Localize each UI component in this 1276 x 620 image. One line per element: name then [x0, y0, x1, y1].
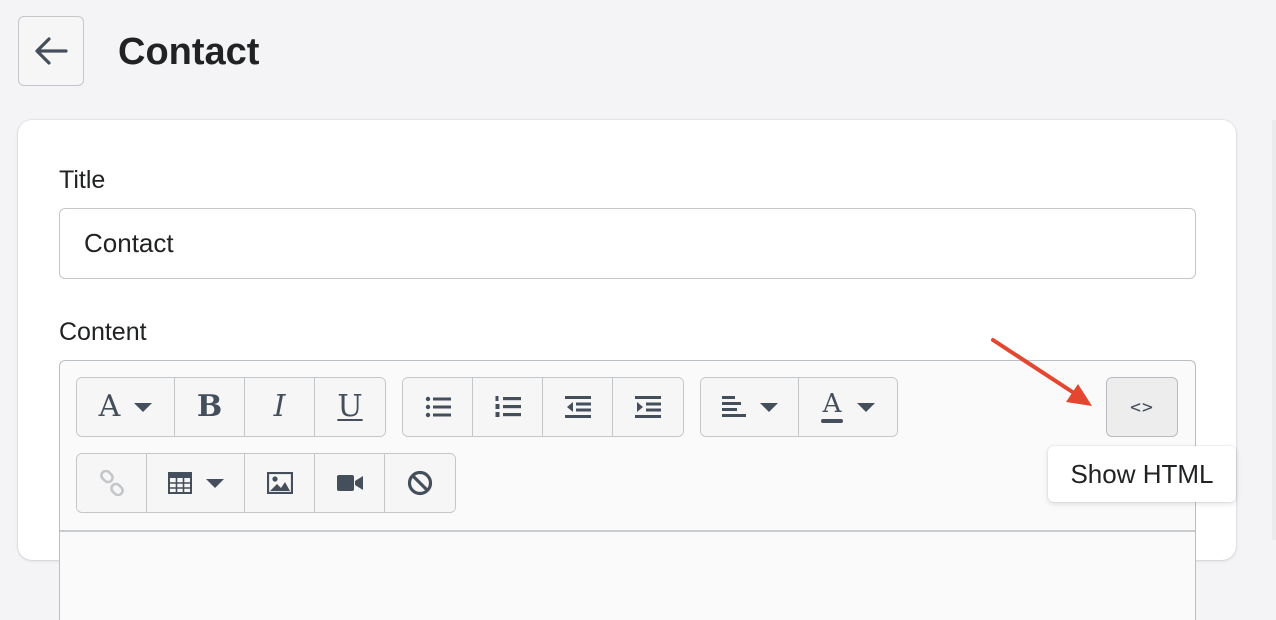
- title-input[interactable]: [59, 208, 1196, 279]
- table-button[interactable]: [147, 454, 245, 512]
- underline-icon: U: [337, 389, 363, 424]
- insert-button-group: [76, 453, 456, 513]
- indent-button[interactable]: [613, 378, 683, 436]
- paragraph-button-group: A: [700, 377, 898, 437]
- clear-format-icon: [407, 470, 433, 496]
- side-panel-edge: [1272, 120, 1276, 540]
- back-button[interactable]: [18, 16, 84, 86]
- page-title: Contact: [118, 31, 260, 73]
- caret-down-icon: [857, 402, 875, 412]
- outdent-icon: [564, 396, 591, 418]
- video-icon: [336, 475, 363, 491]
- show-html-button[interactable]: <>: [1106, 377, 1178, 437]
- content-label: Content: [59, 318, 147, 346]
- italic-icon: I: [273, 389, 286, 424]
- table-icon: [167, 472, 192, 494]
- font-style-icon: A: [98, 389, 121, 424]
- align-button[interactable]: [701, 378, 799, 436]
- color-swatch: [821, 419, 843, 423]
- bulleted-list-icon: [425, 396, 451, 418]
- bold-icon: B: [196, 389, 223, 424]
- bulleted-list-button[interactable]: [403, 378, 473, 436]
- format-button-group: A B I U: [76, 377, 386, 437]
- clear-formatting-button[interactable]: [385, 454, 455, 512]
- rich-text-editor: A B I U A <>: [59, 360, 1196, 620]
- toolbar-divider: [60, 530, 1195, 532]
- link-button[interactable]: [77, 454, 147, 512]
- title-label: Title: [59, 166, 106, 194]
- text-color-icon: A: [821, 391, 843, 423]
- insert-image-button[interactable]: [245, 454, 315, 512]
- caret-down-icon: [759, 402, 778, 412]
- show-html-tooltip: Show HTML: [1048, 446, 1236, 502]
- link-icon: [99, 470, 124, 496]
- underline-button[interactable]: U: [315, 378, 385, 436]
- caret-down-icon: [205, 478, 224, 488]
- bold-button[interactable]: B: [175, 378, 245, 436]
- code-icon: <>: [1130, 396, 1154, 418]
- insert-video-button[interactable]: [315, 454, 385, 512]
- text-style-button[interactable]: A: [77, 378, 175, 436]
- text-color-button[interactable]: A: [799, 378, 897, 436]
- outdent-button[interactable]: [543, 378, 613, 436]
- arrow-left-icon: [35, 37, 68, 65]
- list-button-group: [402, 377, 684, 437]
- numbered-list-icon: [495, 396, 521, 417]
- numbered-list-button[interactable]: [473, 378, 543, 436]
- caret-down-icon: [134, 402, 153, 412]
- indent-icon: [635, 396, 661, 418]
- align-left-icon: [721, 396, 746, 417]
- italic-button[interactable]: I: [245, 378, 315, 436]
- text-color-glyph: A: [822, 389, 842, 419]
- image-icon: [266, 472, 293, 494]
